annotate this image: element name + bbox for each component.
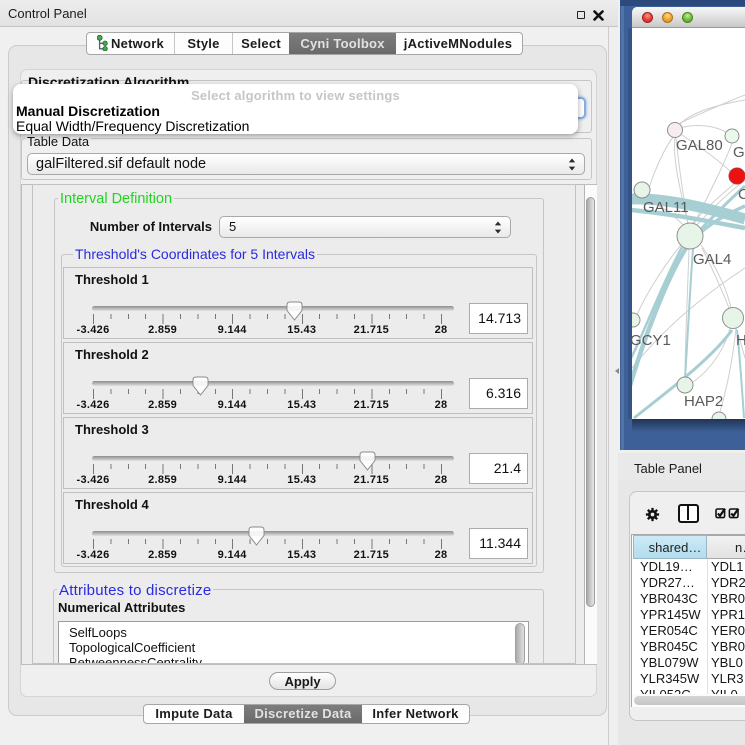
svg-text:G.: G. [733, 144, 745, 161]
svg-text:GCY1: GCY1 [632, 332, 671, 349]
svg-text:GAL4: GAL4 [693, 251, 731, 268]
svg-text:GAL80: GAL80 [676, 137, 723, 154]
svg-text:HAP2: HAP2 [684, 393, 723, 410]
svg-text:GAL11: GAL11 [643, 199, 689, 216]
svg-text:H: H [736, 332, 745, 349]
svg-text:C: C [738, 186, 745, 203]
